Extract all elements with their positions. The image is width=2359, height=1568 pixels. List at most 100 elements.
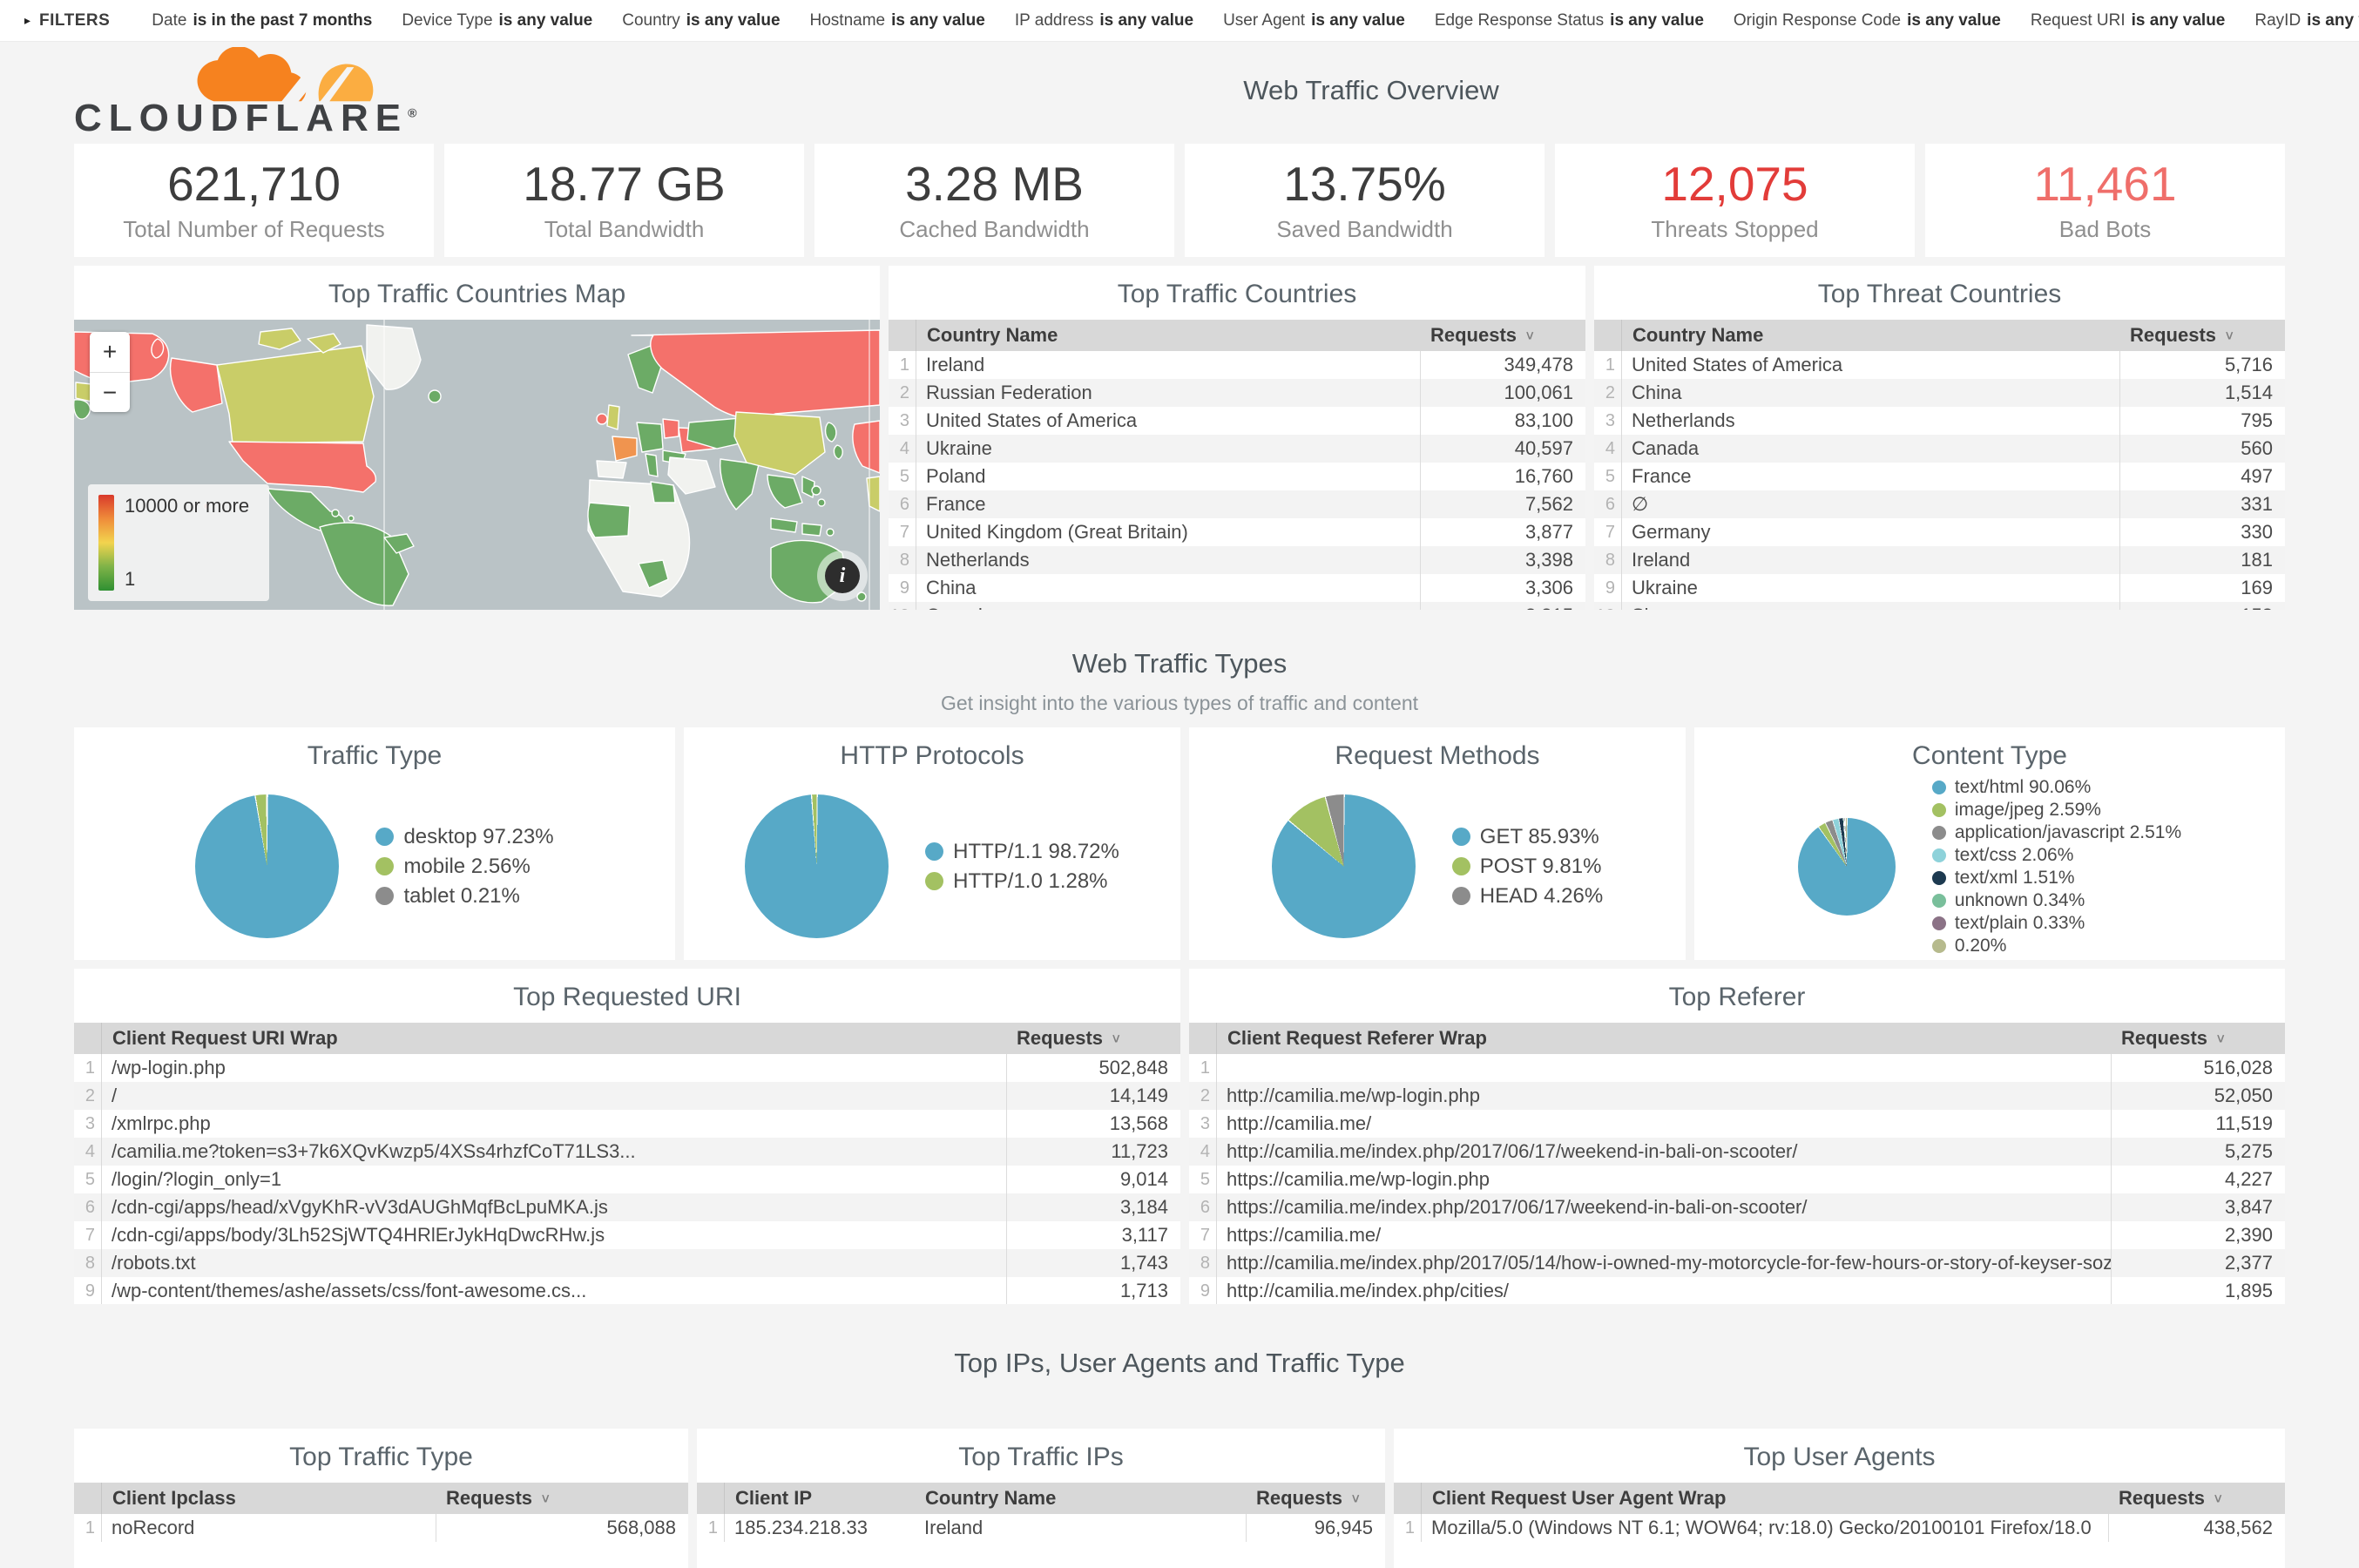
filter-item[interactable]: Hostname is any value: [810, 11, 985, 30]
table-row[interactable]: 4 /camilia.me?token=s3+7k6XQvKwzp5/4XSs4…: [74, 1138, 1180, 1166]
referer-cell[interactable]: http://camilia.me/: [1217, 1112, 2111, 1135]
table-row[interactable]: 1 /wp-login.php 502,848: [74, 1054, 1180, 1082]
requests-cell[interactable]: 3,315: [1420, 602, 1585, 610]
requests-cell[interactable]: 11,519: [2111, 1110, 2285, 1138]
legend-item[interactable]: mobile 2.56%: [375, 852, 553, 882]
country-name-cell[interactable]: United States of America: [1622, 354, 2119, 376]
requests-cell[interactable]: 3,847: [2111, 1193, 2285, 1221]
filter-item[interactable]: User Agent is any value: [1223, 11, 1405, 30]
column-user-agent[interactable]: Client Request User Agent Wrap: [1422, 1487, 2108, 1510]
sort-desc-icon[interactable]: ∨: [540, 1491, 551, 1506]
column-requests[interactable]: Requests∨: [436, 1487, 688, 1510]
traffic-type-pie-chart[interactable]: [195, 794, 339, 938]
table-row[interactable]: 9 /wp-content/themes/ashe/assets/css/fon…: [74, 1277, 1180, 1304]
requests-cell[interactable]: 1,895: [2111, 1277, 2285, 1304]
requests-cell[interactable]: 83,100: [1420, 407, 1585, 435]
table-row[interactable]: 7 https://camilia.me/ 2,390: [1189, 1221, 2285, 1249]
country-name-cell[interactable]: United Kingdom (Great Britain): [916, 521, 1420, 544]
table-row[interactable]: 3 United States of America 83,100: [889, 407, 1585, 435]
requests-cell[interactable]: 330: [2119, 518, 2285, 546]
table-row[interactable]: 1 noRecord 568,088: [74, 1514, 688, 1542]
uri-cell[interactable]: /camilia.me?token=s3+7k6XQvKwzp5/4XSs4rh…: [102, 1140, 1006, 1163]
table-row[interactable]: 2 http://camilia.me/wp-login.php 52,050: [1189, 1082, 2285, 1110]
requests-cell[interactable]: 795: [2119, 407, 2285, 435]
column-requests[interactable]: Requests∨: [2111, 1027, 2285, 1050]
requests-cell[interactable]: 169: [2119, 574, 2285, 602]
column-requests[interactable]: Requests∨: [2108, 1487, 2285, 1510]
sort-desc-icon[interactable]: ∨: [1524, 328, 1535, 343]
filter-item[interactable]: Origin Response Code is any value: [1734, 11, 2001, 30]
country-name-cell[interactable]: Netherlands: [1622, 409, 2119, 432]
table-row[interactable]: 6 France 7,562: [889, 490, 1585, 518]
referer-cell[interactable]: http://camilia.me/index.php/2017/05/14/h…: [1217, 1252, 2111, 1274]
requests-cell[interactable]: 4,227: [2111, 1166, 2285, 1193]
sort-desc-icon[interactable]: ∨: [1350, 1491, 1361, 1506]
referer-cell[interactable]: http://camilia.me/index.php/cities/: [1217, 1280, 2111, 1302]
requests-cell[interactable]: 52,050: [2111, 1082, 2285, 1110]
requests-cell[interactable]: 3,877: [1420, 518, 1585, 546]
column-country-name[interactable]: Country Name: [915, 1487, 1246, 1510]
country-name-cell[interactable]: France: [1622, 465, 2119, 488]
column-requests[interactable]: Requests∨: [1246, 1487, 1385, 1510]
table-row[interactable]: 1 United States of America 5,716: [1594, 351, 2285, 379]
country-name-cell[interactable]: Ukraine: [1622, 577, 2119, 599]
stat-card[interactable]: 18.77 GB Total Bandwidth: [444, 144, 804, 257]
filter-item[interactable]: RayID is any value: [2254, 11, 2359, 30]
table-row[interactable]: 5 https://camilia.me/wp-login.php 4,227: [1189, 1166, 2285, 1193]
table-row[interactable]: 5 France 497: [1594, 463, 2285, 490]
table-row[interactable]: 2 Russian Federation 100,061: [889, 379, 1585, 407]
table-row[interactable]: 1 Mozilla/5.0 (Windows NT 6.1; WOW64; rv…: [1394, 1514, 2285, 1542]
filters-toggle[interactable]: FILTERS: [39, 11, 110, 30]
legend-item[interactable]: HTTP/1.0 1.28%: [925, 867, 1119, 896]
legend-item[interactable]: text/plain 0.33%: [1932, 912, 2181, 935]
requests-cell[interactable]: 1,743: [1006, 1249, 1180, 1277]
requests-cell[interactable]: 13,568: [1006, 1110, 1180, 1138]
requests-cell[interactable]: 568,088: [436, 1514, 688, 1542]
column-referer[interactable]: Client Request Referer Wrap: [1217, 1027, 2111, 1050]
country-name-cell[interactable]: United States of America: [916, 409, 1420, 432]
legend-item[interactable]: 0.20%: [1932, 935, 2181, 957]
uri-cell[interactable]: /wp-login.php: [102, 1057, 1006, 1079]
legend-item[interactable]: text/html 90.06%: [1932, 776, 2181, 799]
zoom-out-button[interactable]: −: [90, 372, 130, 412]
requests-cell[interactable]: 100,061: [1420, 379, 1585, 407]
country-name-cell[interactable]: Ireland: [1622, 549, 2119, 571]
requests-cell[interactable]: 5,716: [2119, 351, 2285, 379]
column-uri[interactable]: Client Request URI Wrap: [102, 1027, 1006, 1050]
table-row[interactable]: 7 /cdn-cgi/apps/body/3Lh52SjWTQ4HRlErJyk…: [74, 1221, 1180, 1249]
column-ipclass[interactable]: Client Ipclass: [102, 1487, 436, 1510]
legend-item[interactable]: HEAD 4.26%: [1452, 882, 1603, 911]
country-name-cell[interactable]: China: [916, 577, 1420, 599]
table-row[interactable]: 8 /robots.txt 1,743: [74, 1249, 1180, 1277]
country-name-cell[interactable]: France: [916, 493, 1420, 516]
sort-desc-icon[interactable]: ∨: [1111, 1031, 1121, 1046]
filter-item[interactable]: Edge Response Status is any value: [1435, 11, 1704, 30]
table-row[interactable]: 8 Netherlands 3,398: [889, 546, 1585, 574]
requests-cell[interactable]: 3,117: [1006, 1221, 1180, 1249]
legend-item[interactable]: GET 85.93%: [1452, 822, 1603, 852]
requests-cell[interactable]: 181: [2119, 546, 2285, 574]
requests-cell[interactable]: 2,377: [2111, 1249, 2285, 1277]
country-name-cell[interactable]: Singapore: [1622, 605, 2119, 610]
requests-cell[interactable]: 16,760: [1420, 463, 1585, 490]
table-row[interactable]: 7 United Kingdom (Great Britain) 3,877: [889, 518, 1585, 546]
requests-cell[interactable]: 502,848: [1006, 1054, 1180, 1082]
filter-item[interactable]: IP address is any value: [1015, 11, 1193, 30]
requests-cell[interactable]: 438,562: [2108, 1514, 2285, 1542]
stat-card[interactable]: 13.75% Saved Bandwidth: [1185, 144, 1545, 257]
table-row[interactable]: 9 Ukraine 169: [1594, 574, 2285, 602]
sort-desc-icon[interactable]: ∨: [2215, 1031, 2226, 1046]
legend-item[interactable]: text/css 2.06%: [1932, 844, 2181, 867]
requests-cell[interactable]: 1,514: [2119, 379, 2285, 407]
table-row[interactable]: 1 Ireland 349,478: [889, 351, 1585, 379]
map-info-button[interactable]: i: [817, 551, 868, 601]
legend-item[interactable]: POST 9.81%: [1452, 852, 1603, 882]
referer-cell[interactable]: http://camilia.me/wp-login.php: [1217, 1085, 2111, 1107]
requests-cell[interactable]: 331: [2119, 490, 2285, 518]
requests-cell[interactable]: 7,562: [1420, 490, 1585, 518]
column-requests[interactable]: Requests∨: [2119, 324, 2285, 347]
country-name-cell[interactable]: Ireland: [916, 354, 1420, 376]
uri-cell[interactable]: /xmlrpc.php: [102, 1112, 1006, 1135]
requests-cell[interactable]: 14,149: [1006, 1082, 1180, 1110]
content-type-pie-chart[interactable]: [1798, 818, 1896, 916]
